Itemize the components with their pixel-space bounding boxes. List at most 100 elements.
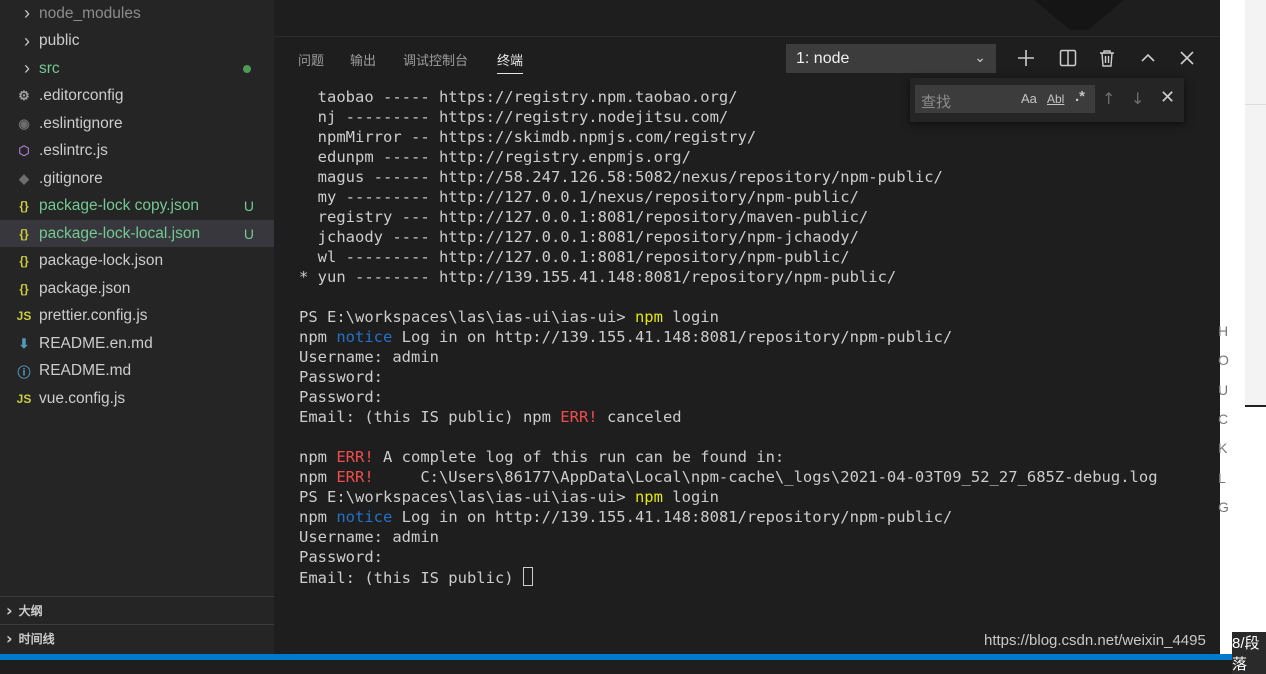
explorer-item-label: README.md <box>39 362 132 379</box>
eslint-icon: ⬡ <box>18 143 30 158</box>
json-icon: {} <box>19 281 29 296</box>
tab-debug-console[interactable]: 调试控制台 <box>403 50 468 69</box>
page-letter: K <box>1218 440 1228 457</box>
explorer-file[interactable]: ⬡ .eslintrc.js <box>0 138 274 165</box>
terminal-line: Password: <box>299 547 1199 567</box>
chevron-right-icon: › <box>6 601 13 620</box>
whole-word-toggle[interactable]: Abl <box>1047 92 1064 106</box>
json-icon: {} <box>19 254 29 268</box>
terminal-text: edunpm ----- http://registry.enpmjs.org/ <box>299 148 691 166</box>
page-letter: H <box>1218 323 1229 339</box>
js-icon: JS <box>16 309 32 323</box>
terminal-line: npm ERR! C:\Users\86177\AppData\Local\np… <box>299 467 1199 487</box>
explorer-item-label: package-lock.json <box>39 252 164 269</box>
terminal-text: Email: (this IS public) <box>299 569 523 587</box>
terminal-text: ERR! <box>336 468 374 486</box>
explorer-item-label: vue.config.js <box>39 389 126 407</box>
find-widget: 查找 Aa Abl .* ↑ ↓ ✕ <box>910 78 1184 122</box>
chevron-down-icon: ⌄ <box>974 49 986 65</box>
explorer-file[interactable]: {} package-lock-local.json U <box>0 220 274 247</box>
terminal-text: A complete log of this run can be found … <box>373 448 785 466</box>
explorer-item-label: package-lock-local.json <box>39 224 201 242</box>
modified-dot-icon <box>243 64 251 73</box>
terminal-line: jchaody ---- http://127.0.0.1:8081/repos… <box>299 227 1199 247</box>
terminal-text: Password: <box>299 368 383 386</box>
terminal-line: Email: (this IS public) npm ERR! cancele… <box>299 407 1199 427</box>
new-terminal-button[interactable] <box>1014 46 1038 70</box>
outline-section[interactable]: › 大纲 <box>0 596 274 624</box>
kill-terminal-button[interactable] <box>1095 46 1119 70</box>
explorer-file[interactable]: {} package.json <box>0 275 274 302</box>
section-label: 大纲 <box>18 604 43 618</box>
explorer-file[interactable]: {} package-lock copy.json U <box>0 193 274 220</box>
tab-terminal[interactable]: 终端 <box>497 50 524 74</box>
terminal-line: npm notice Log in on http://139.155.41.1… <box>299 507 1199 527</box>
chevron-right-icon: › <box>24 3 30 23</box>
terminal-text: Password: <box>299 548 383 566</box>
explorer-item-label: package.json <box>39 279 131 297</box>
explorer-file[interactable]: {} package-lock.json <box>0 248 274 275</box>
explorer-file[interactable]: ⓘ README.md <box>0 358 274 385</box>
explorer-file[interactable]: ◆ .gitignore <box>0 165 274 192</box>
terminal-select[interactable]: 1: node ⌄ <box>786 44 996 73</box>
terminal-text: registry --- http://127.0.0.1:8081/repos… <box>299 208 869 226</box>
terminal-line: PS E:\workspaces\las\ias-ui\ias-ui> npm … <box>299 307 1199 327</box>
terminal-cursor <box>522 567 533 586</box>
close-panel-button[interactable] <box>1175 46 1199 70</box>
page-divider <box>1245 104 1266 105</box>
arrow-up-icon[interactable]: ↑ <box>1102 89 1115 108</box>
git-status-badge: U <box>243 225 254 242</box>
terminal-line: Username: admin <box>299 347 1199 367</box>
terminal-line: wl --------- http://127.0.0.1:8081/repos… <box>299 247 1199 267</box>
explorer-file[interactable]: ◉ .eslintignore <box>0 110 274 137</box>
plus-icon <box>1018 50 1034 66</box>
tab-output[interactable]: 输出 <box>350 50 376 69</box>
terminal-line: my --------- http://127.0.0.1/nexus/repo… <box>299 187 1199 207</box>
terminal-text: Log in on http://139.155.41.148:8081/rep… <box>392 328 953 346</box>
explorer-item-label: .eslintignore <box>39 114 123 132</box>
info-icon: ⓘ <box>17 364 31 380</box>
explorer-folder[interactable]: › src <box>0 55 274 82</box>
terminal-text: login <box>662 488 719 506</box>
terminal-text: canceled <box>597 408 682 426</box>
explorer-file[interactable]: JS prettier.config.js <box>0 303 274 330</box>
find-input-placeholder: 查找 <box>921 93 952 111</box>
git-status-badge: U <box>243 198 254 214</box>
terminal-text: npm <box>299 468 337 486</box>
maximize-panel-button[interactable] <box>1136 46 1160 70</box>
explorer-file[interactable]: JS vue.config.js <box>0 385 274 412</box>
explorer-item-label: public <box>39 32 80 49</box>
page-side-strip <box>1245 0 1266 407</box>
gear-icon: ⚙ <box>18 88 30 103</box>
terminal-text: nj --------- https://registry.nodejitsu.… <box>299 108 729 126</box>
regex-toggle[interactable]: .* <box>1075 88 1085 105</box>
trash-icon <box>1100 50 1114 67</box>
terminal-text: Log in on http://139.155.41.148:8081/rep… <box>392 508 953 526</box>
explorer-file[interactable]: ⚙ .editorconfig <box>0 83 274 110</box>
explorer-folder[interactable]: › node_modules <box>0 0 274 27</box>
close-find-button[interactable]: ✕ <box>1160 87 1175 108</box>
terminal-text: Username: admin <box>299 348 439 366</box>
tab-problems[interactable]: 问题 <box>298 50 324 69</box>
terminal-output[interactable]: taobao ----- https://registry.npm.taobao… <box>299 87 1199 587</box>
find-input[interactable]: 查找 Aa Abl .* <box>915 85 1095 113</box>
terminal-text: PS E:\workspaces\las\ias-ui\ias-ui> <box>299 488 635 506</box>
chevron-right-icon: › <box>24 30 30 51</box>
terminal-line: npmMirror -- https://skimdb.npmjs.com/re… <box>299 127 1199 147</box>
timeline-section[interactable]: › 时间线 <box>0 624 274 652</box>
explorer-folder[interactable]: › public <box>0 28 274 55</box>
terminal-text: Password: <box>299 388 383 406</box>
arrow-down-icon[interactable]: ↓ <box>1131 89 1144 108</box>
split-terminal-button[interactable] <box>1056 46 1080 70</box>
page-letter: L <box>1218 469 1226 486</box>
explorer-file[interactable]: ⬇ README.en.md <box>0 330 274 357</box>
explorer-item-label: .editorconfig <box>39 87 124 104</box>
terminal-line: Email: (this IS public) <box>299 567 1199 587</box>
terminal-text: notice <box>336 508 393 526</box>
match-case-toggle[interactable]: Aa <box>1021 91 1037 106</box>
watermark-tail: 8/段落 <box>1232 632 1266 674</box>
terminal-text: taobao ----- https://registry.npm.taobao… <box>299 88 738 106</box>
terminal-select-value: 1: node <box>796 49 850 67</box>
terminal-text: wl --------- http://127.0.0.1:8081/repos… <box>299 248 850 266</box>
